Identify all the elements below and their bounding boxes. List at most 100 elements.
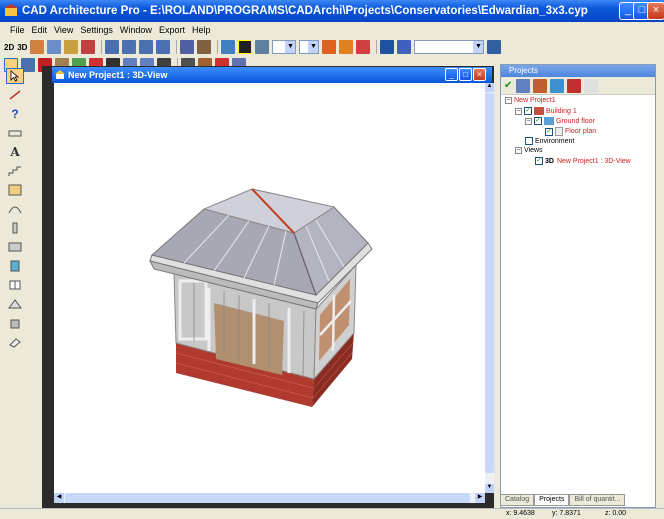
menu-help[interactable]: Help (192, 25, 211, 35)
new-floor-icon[interactable] (550, 78, 565, 93)
window-layout-icon[interactable] (105, 40, 120, 54)
display-mode-icon[interactable] (238, 40, 253, 54)
app-icon (4, 4, 18, 16)
scroll-left-icon[interactable]: ◀ (54, 493, 64, 503)
menu-export[interactable]: Export (159, 25, 185, 35)
object-tool-icon[interactable] (6, 315, 24, 331)
column-tool-icon[interactable] (6, 220, 24, 236)
eraser-tool-icon[interactable] (6, 334, 24, 350)
line-combo[interactable]: ▼ (299, 40, 320, 54)
tree-node-plan[interactable]: ✓ Floor plan (545, 127, 596, 136)
scroll-down-icon[interactable]: ▼ (485, 484, 494, 493)
tree-label: Building 1 (546, 107, 577, 115)
tile-icon[interactable] (122, 40, 137, 54)
status-bar: x: 9.4638 y: 7.8371 z: 0.00 (0, 508, 664, 519)
menu-window[interactable]: Window (120, 25, 152, 35)
view-window-icon (55, 70, 65, 79)
3d-viewport[interactable] (54, 83, 485, 493)
tree-node-floor[interactable]: − ✓ Ground floor (525, 117, 595, 125)
menu-edit[interactable]: Edit (32, 25, 48, 35)
properties-node-icon[interactable] (584, 78, 599, 93)
delete-node-icon[interactable] (567, 78, 582, 93)
railing-tool-icon[interactable] (6, 125, 24, 141)
tree-node-root[interactable]: − New Project1 (505, 97, 556, 104)
horizontal-scroll-thumb[interactable] (65, 493, 470, 503)
view-close-button[interactable]: × (473, 68, 486, 81)
floor-icon (544, 117, 554, 125)
new-project-icon[interactable] (516, 78, 531, 93)
scroll-right-icon[interactable]: ▶ (475, 493, 485, 503)
view-3d-button[interactable]: 3D (17, 43, 27, 52)
wand-icon[interactable] (30, 40, 45, 54)
tab-catalog[interactable]: Catalog (500, 494, 535, 506)
door-tool-icon[interactable] (6, 258, 24, 274)
visibility-checkbox[interactable]: ✓ (535, 157, 543, 165)
tree-label: New Project1 : 3D-View (556, 157, 631, 165)
view-select[interactable]: ▼ (414, 40, 485, 54)
toolbar-separator (101, 40, 103, 54)
walk-icon[interactable] (64, 40, 79, 54)
select-arrow-icon[interactable] (6, 68, 24, 84)
menu-view[interactable]: View (54, 25, 73, 35)
collapse-icon[interactable]: − (515, 147, 522, 154)
scroll-up-icon[interactable]: ▲ (485, 83, 494, 92)
globe-icon[interactable] (221, 40, 236, 54)
layers-icon[interactable] (255, 40, 270, 54)
check-icon[interactable]: ✔ (504, 80, 512, 91)
camera-icon[interactable] (47, 40, 62, 54)
chevron-down-icon: ▼ (473, 41, 484, 53)
collapse-icon[interactable]: − (505, 97, 512, 104)
vertical-scroll-thumb[interactable] (485, 93, 494, 473)
tree-node-views[interactable]: − Views (515, 147, 543, 154)
paint-icon[interactable] (356, 40, 371, 54)
new-building-icon[interactable] (533, 78, 548, 93)
menu-settings[interactable]: Settings (80, 25, 113, 35)
line-tool-icon[interactable] (6, 87, 24, 103)
arc-tool-icon[interactable] (6, 201, 24, 217)
vertical-scrollbar[interactable]: ▲ ▼ (485, 83, 494, 493)
split-v-icon[interactable] (156, 40, 171, 54)
close-button[interactable]: × (647, 2, 664, 20)
visibility-checkbox[interactable]: ✓ (524, 107, 532, 115)
conservatory-3d-model (149, 188, 373, 407)
visibility-checkbox[interactable]: ✓ (545, 127, 553, 136)
hatch-tool-icon[interactable] (6, 182, 24, 198)
collapse-icon[interactable]: − (515, 107, 522, 115)
visibility-checkbox[interactable]: ✓ (534, 117, 542, 125)
tree-node-3d-view[interactable]: ✓ 3D New Project1 : 3D-View (535, 157, 631, 165)
status-y: y: 7.8371 (552, 510, 581, 517)
menu-file[interactable]: File (10, 25, 25, 35)
toolbar-separator (376, 40, 378, 54)
stair-tool-icon[interactable] (6, 163, 24, 179)
tree-label: Views (524, 147, 543, 154)
toolbar-separator (217, 40, 219, 54)
grid-icon[interactable] (81, 40, 96, 54)
window-tool-icon[interactable] (6, 277, 24, 293)
roof-tool-icon[interactable] (6, 296, 24, 312)
tree-label: Ground floor (556, 117, 595, 125)
lock-icon[interactable] (487, 40, 502, 54)
sun-icon[interactable] (380, 40, 395, 54)
view-minimize-button[interactable]: _ (445, 68, 458, 81)
view-maximize-button[interactable]: □ (459, 68, 472, 81)
collapse-icon[interactable]: − (525, 117, 532, 125)
app-titlebar[interactable]: CAD Architecture Pro - E:\ROLAND\PROGRAM… (0, 0, 664, 22)
split-h-icon[interactable] (139, 40, 154, 54)
text-tool-icon[interactable]: A (6, 144, 24, 160)
visibility-checkbox[interactable] (525, 137, 533, 145)
wall-tool-icon[interactable] (6, 239, 24, 255)
tab-bill-of-quantities[interactable]: Bill of quantit... (569, 494, 626, 506)
tab-projects[interactable]: Projects (534, 494, 570, 506)
print-icon[interactable] (180, 40, 195, 54)
horizontal-scrollbar[interactable]: ◀ ▶ (54, 493, 485, 503)
view-window-titlebar[interactable]: New Project1 : 3D-View (52, 67, 492, 83)
navigator-icon[interactable] (397, 40, 412, 54)
material-icon[interactable] (322, 40, 337, 54)
color-combo[interactable]: ▼ (272, 40, 297, 54)
texture-icon[interactable] (339, 40, 354, 54)
help-tool-icon[interactable]: ? (6, 106, 24, 122)
tree-node-building[interactable]: − ✓ Building 1 (515, 107, 577, 115)
render-icon[interactable] (197, 40, 212, 54)
view-2d-button[interactable]: 2D (4, 43, 14, 52)
tree-node-environment[interactable]: Environment (525, 137, 574, 145)
